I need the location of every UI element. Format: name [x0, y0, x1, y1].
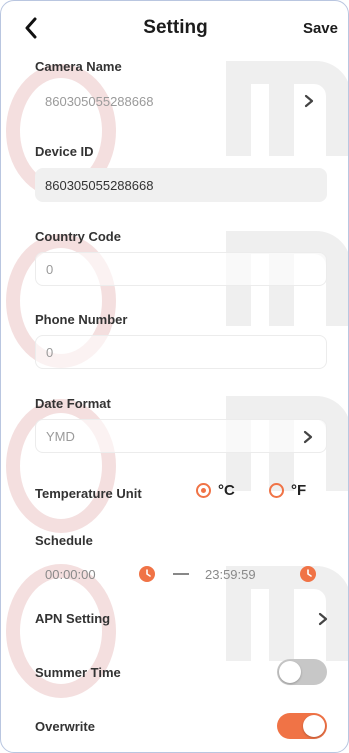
temperature-unit-label: Temperature Unit: [35, 486, 142, 501]
fahrenheit-label: °F: [291, 482, 307, 499]
overwrite-label: Overwrite: [35, 719, 95, 734]
chevron-right-icon: [303, 430, 313, 444]
camera-name-label: Camera Name: [35, 59, 122, 74]
chevron-right-icon[interactable]: [315, 611, 331, 627]
clock-icon[interactable]: [300, 566, 316, 582]
date-format-value: YMD: [46, 428, 75, 444]
schedule-end-time[interactable]: 23:59:59: [205, 567, 256, 582]
camera-name-value: 860305055288668: [45, 93, 154, 109]
country-code-input[interactable]: 0: [35, 252, 327, 286]
device-id-field: 860305055288668: [35, 168, 327, 202]
radio-selected-icon: [196, 483, 211, 498]
device-id-value: 860305055288668: [45, 177, 154, 193]
header-bar: Setting Save: [1, 1, 348, 57]
celsius-label: °C: [218, 482, 235, 499]
toggle-knob: [279, 661, 301, 683]
date-format-select[interactable]: YMD: [35, 419, 327, 453]
summer-time-label: Summer Time: [35, 665, 121, 680]
overwrite-toggle[interactable]: [277, 713, 327, 739]
toggle-knob: [303, 715, 325, 737]
celsius-option[interactable]: °C: [196, 482, 235, 499]
apn-setting-label[interactable]: APN Setting: [35, 611, 110, 626]
phone-number-input[interactable]: 0: [35, 335, 327, 369]
chevron-right-icon: [304, 94, 314, 108]
camera-name-field[interactable]: 860305055288668: [35, 84, 327, 118]
summer-time-toggle[interactable]: [277, 659, 327, 685]
schedule-start-time[interactable]: 00:00:00: [45, 567, 96, 582]
schedule-separator: [173, 573, 189, 575]
country-code-placeholder: 0: [46, 261, 54, 277]
phone-number-label: Phone Number: [35, 312, 128, 327]
country-code-label: Country Code: [35, 229, 121, 244]
phone-number-placeholder: 0: [46, 344, 54, 360]
radio-unselected-icon: [269, 483, 284, 498]
date-format-label: Date Format: [35, 396, 111, 411]
clock-icon[interactable]: [139, 566, 155, 582]
fahrenheit-option[interactable]: °F: [269, 482, 306, 499]
settings-screen: Setting Save Camera Name 860305055288668…: [0, 0, 349, 753]
save-button[interactable]: Save: [303, 20, 338, 37]
device-id-label: Device ID: [35, 144, 94, 159]
page-title: Setting: [143, 17, 208, 38]
schedule-label: Schedule: [35, 533, 93, 548]
